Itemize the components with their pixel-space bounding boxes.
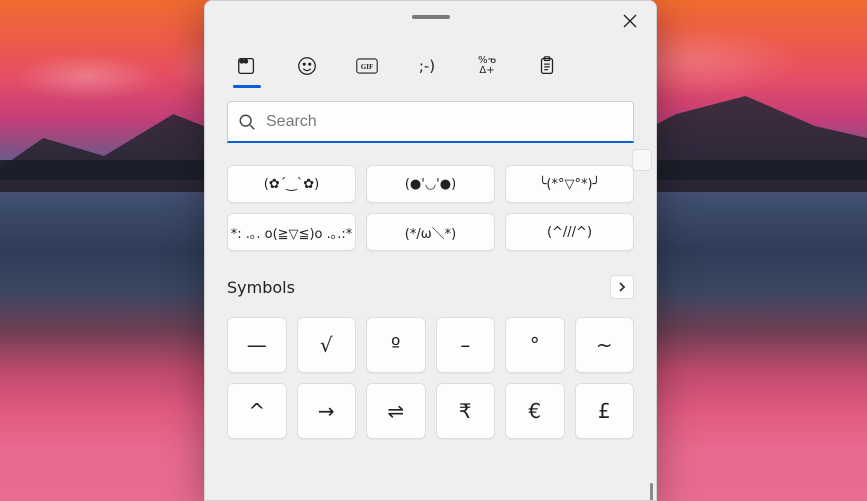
symbol-item[interactable]: € [505,383,565,439]
chevron-right-icon [617,282,627,292]
panel-titlebar [205,1,656,37]
symbol-item[interactable]: ^ [227,383,287,439]
search-icon [238,113,256,131]
emoji-panel: GIF ;-) %ᓀΔ+ (✿´‿`✿) (●'◡'●) ╰(*°▽°*)╯ *… [204,0,657,501]
results-scroll-area: (✿´‿`✿) (●'◡'●) ╰(*°▽°*)╯ *: .｡. o(≧▽≦)o… [205,143,656,500]
symbol-item[interactable]: – [436,317,496,373]
kaomoji-item[interactable]: (^///^) [505,213,634,251]
kaomoji-icon: ;-) [419,57,435,75]
close-icon [623,14,637,28]
symbols-grid: — √ º – ° ~ ^ → ⇌ ₹ € £ [227,317,634,439]
kaomoji-item[interactable]: (●'◡'●) [366,165,495,203]
kaomoji-grid: (✿´‿`✿) (●'◡'●) ╰(*°▽°*)╯ *: .｡. o(≧▽≦)o… [227,165,634,251]
symbol-item[interactable]: º [366,317,426,373]
tab-kaomoji[interactable]: ;-) [411,46,443,86]
clipboard-icon [536,55,558,77]
kaomoji-item[interactable]: ╰(*°▽°*)╯ [505,165,634,203]
symbol-item[interactable]: ~ [575,317,635,373]
drag-handle[interactable] [412,15,450,19]
symbol-item[interactable]: √ [297,317,357,373]
tab-symbols[interactable]: %ᓀΔ+ [471,46,503,86]
symbol-item[interactable]: → [297,383,357,439]
scrollbar-thumb[interactable] [650,483,653,500]
close-button[interactable] [618,9,642,33]
search-field[interactable] [227,101,634,143]
kaomoji-item[interactable]: (✿´‿`✿) [227,165,356,203]
symbols-icon: %ᓀΔ+ [478,56,496,76]
kaomoji-item[interactable]: (*/ω＼*) [366,213,495,251]
symbols-heading: Symbols [227,278,295,297]
tab-recent[interactable] [231,46,263,86]
symbol-item[interactable]: ⇌ [366,383,426,439]
kaomoji-item[interactable]: *: .｡. o(≧▽≦)o .｡.:* [227,213,356,251]
symbols-more-button[interactable] [610,275,634,299]
symbol-item[interactable]: ° [505,317,565,373]
tab-clipboard[interactable] [531,46,563,86]
category-tabs: GIF ;-) %ᓀΔ+ [205,37,656,87]
recent-icon [236,55,258,77]
symbol-item[interactable]: ₹ [436,383,496,439]
partial-row-peek [632,149,652,171]
tab-gif[interactable]: GIF [351,46,383,86]
tab-emoji[interactable] [291,46,323,86]
emoji-icon [296,55,318,77]
symbol-item[interactable]: — [227,317,287,373]
svg-text:GIF: GIF [361,63,374,71]
gif-icon: GIF [356,55,378,77]
symbols-section-header: Symbols [227,275,634,299]
search-input[interactable] [266,113,623,131]
symbol-item[interactable]: £ [575,383,635,439]
